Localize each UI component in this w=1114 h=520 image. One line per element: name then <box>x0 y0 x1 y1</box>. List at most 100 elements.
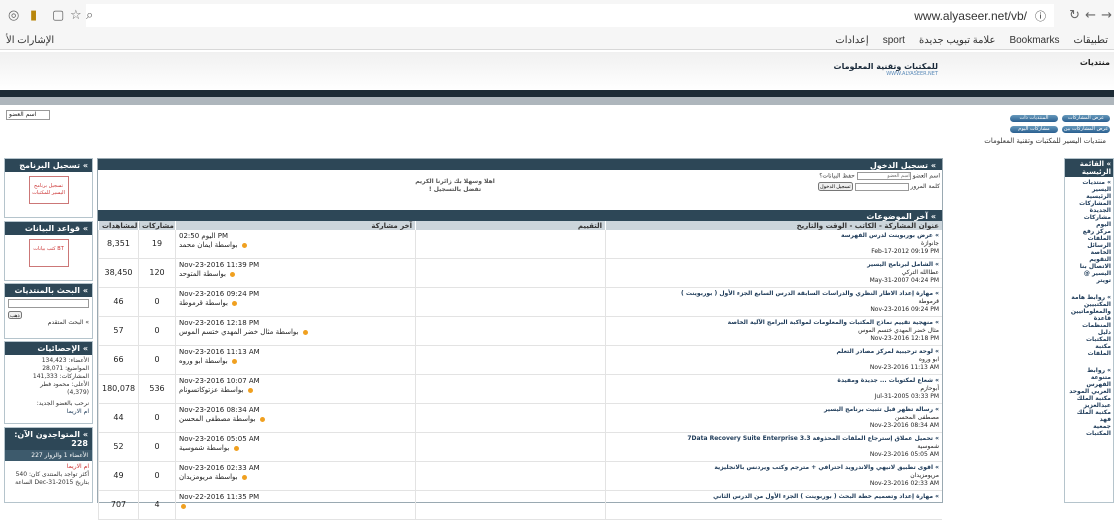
pill-forums[interactable]: المنتديات ذات المشاركات <box>1010 115 1058 122</box>
forward-icon[interactable]: → <box>1101 8 1112 23</box>
topic-title[interactable]: » عرض بوربوينت لدرس الفهرسة <box>609 232 939 240</box>
topic-title[interactable]: » شعاع لمكتوبات ... جديدة ومفيدة <box>609 377 939 385</box>
topic-title[interactable]: » منهجية تقييم نماذج المكتبات والمعلومات… <box>609 319 939 327</box>
link-item[interactable]: العربي الموحد <box>1067 388 1111 395</box>
go-to-post-icon[interactable] <box>230 271 236 277</box>
menu-item[interactable]: الرسائل <box>1067 242 1111 249</box>
top-login-input[interactable]: اسم العضو <box>6 110 50 120</box>
reload-icon[interactable]: ↻ <box>1069 8 1080 23</box>
topic-author[interactable]: جانوازة <box>609 240 939 248</box>
topic-author[interactable]: مريومزيدان <box>609 472 939 480</box>
table-row[interactable]: 44 0 Nov-23-2016 08:34 AM بواسطة مصطفى المح… <box>98 404 942 433</box>
link-item[interactable]: الفهرس <box>1067 381 1111 388</box>
stat-newest[interactable]: ام الاريما <box>8 408 89 416</box>
go-to-post-icon[interactable] <box>259 416 265 422</box>
link-item[interactable]: المكتبات <box>1067 430 1111 437</box>
bookmark-other[interactable]: الإشارات الأ <box>0 35 54 46</box>
link-item[interactable]: جمعية <box>1067 423 1111 430</box>
circle-icon[interactable]: ◎ <box>8 8 19 23</box>
topic-title[interactable]: » الشامل لبرنامج اليسير <box>609 261 939 269</box>
menu-item[interactable]: الرئيسية <box>1067 193 1111 200</box>
topic-author[interactable]: أبوحازم <box>609 385 939 393</box>
search-button[interactable]: ذهب <box>8 311 22 319</box>
pill-new-posts[interactable]: عرض المشاركات الجديدة <box>1062 115 1110 122</box>
link-item[interactable]: مكتبة <box>1067 343 1111 350</box>
bookmark-bookmarks[interactable]: Bookmarks <box>1009 35 1059 46</box>
remember-label[interactable]: حفظ البيانات؟ <box>819 173 855 180</box>
go-to-post-icon[interactable] <box>233 445 239 451</box>
pill-posts-between[interactable]: عرض المشاركات بين <box>1062 126 1110 133</box>
link-item[interactable]: قاعدة <box>1067 315 1111 322</box>
link-item[interactable]: والمعلوماتيين <box>1067 308 1111 315</box>
go-to-post-icon[interactable] <box>231 358 237 364</box>
site-logo[interactable]: للمكتبات وتقنية المعلومات WWW.ALYASEER.N… <box>834 62 938 77</box>
menu-item[interactable]: الخاصة <box>1067 249 1111 256</box>
table-row[interactable]: 57 0 Nov-23-2016 12:18 PM بواسطة مثال خضر ا… <box>98 317 942 346</box>
search-icon[interactable]: ⌕ <box>86 8 93 23</box>
register-link[interactable]: تفضل بالتسجيل ! <box>98 186 812 194</box>
menu-item[interactable]: » منتديات اليسير <box>1067 179 1111 193</box>
table-row[interactable]: 52 0 Nov-23-2016 05:05 AM بواسطة شموسية » ت… <box>98 433 942 462</box>
bookmark-newtab[interactable]: علامة تبويب جديدة <box>919 35 995 46</box>
last-post-author[interactable]: بواسطة شموسية <box>179 444 229 452</box>
topic-title[interactable]: » مهارة إعداد الاطار النظري والدراسات ال… <box>609 290 939 298</box>
link-item[interactable]: المكتبيين <box>1067 301 1111 308</box>
bookmark-apps[interactable]: تطبيقات <box>1073 35 1108 46</box>
table-row[interactable]: 707 4 Nov-22-2016 11:35 PM » مهارة إعداد و… <box>98 491 942 520</box>
breadcrumb[interactable]: منتديات اليسير للمكتبات وتقنية المعلومات <box>984 137 1106 145</box>
window-icon[interactable]: ▢ <box>52 8 64 23</box>
menu-item[interactable]: تويتر <box>1067 277 1111 284</box>
program-register-button[interactable]: تسجيل برنامج اليسير للمكتبات <box>28 176 69 204</box>
stat-top[interactable]: الأعلى: محمود فطر <box>8 381 89 389</box>
password-input[interactable] <box>854 182 909 191</box>
database-button[interactable]: كتب بيانات BT <box>28 239 69 267</box>
username-input[interactable] <box>856 172 911 180</box>
menu-item[interactable]: اليوم <box>1067 221 1111 228</box>
topic-title[interactable]: » رسالة تظهر قبل تثبيت برنامج اليسير <box>609 406 939 414</box>
topic-title[interactable]: » مهارة إعداد وتصميم خطة البحث ( بوربوين… <box>609 493 939 501</box>
link-item[interactable]: دليل <box>1067 329 1111 336</box>
table-row[interactable]: 46 0 Nov-23-2016 09:24 PM بواسطة قرموطة » م… <box>98 288 942 317</box>
menu-item[interactable]: المشاركات <box>1067 200 1111 207</box>
menu-item[interactable]: اليسير @ <box>1067 270 1111 277</box>
go-to-post-icon[interactable] <box>232 300 238 306</box>
table-row[interactable]: 49 0 Nov-23-2016 02:33 AM بواسطة مريومزيدان… <box>98 462 942 491</box>
topic-title[interactable]: » اقوى تطبيق لانيهي والاندرويد احترافي +… <box>609 464 939 472</box>
star-icon[interactable]: ☆ <box>70 8 82 23</box>
bookmark-icon[interactable]: ▮ <box>30 8 37 23</box>
menu-item[interactable]: الملفات <box>1067 235 1111 242</box>
menu-item[interactable]: الجديدة <box>1067 207 1111 214</box>
last-post-author[interactable]: بواسطة قرموطة <box>179 299 228 307</box>
go-to-post-icon[interactable] <box>181 503 186 509</box>
go-to-post-icon[interactable] <box>241 242 247 248</box>
login-button[interactable]: تسجيل الدخول <box>818 182 853 191</box>
link-item[interactable]: فهد <box>1067 416 1111 423</box>
topic-author[interactable]: مصطفى المحسن <box>609 414 939 422</box>
menu-item[interactable]: مشاركات <box>1067 214 1111 221</box>
link-item[interactable]: المنظمات <box>1067 322 1111 329</box>
go-to-post-icon[interactable] <box>302 329 308 335</box>
advanced-search-link[interactable]: » البحث المتقدم <box>8 319 89 327</box>
link-item[interactable]: عبدالعزيز <box>1067 402 1111 409</box>
last-post-author[interactable]: بواسطة المتوحد <box>179 270 226 278</box>
last-post-author[interactable]: بواسطة ابو وروه <box>179 357 228 365</box>
search-input[interactable] <box>8 299 89 308</box>
pill-today[interactable]: مشاركات اليوم <box>1010 126 1058 133</box>
go-to-post-icon[interactable] <box>247 387 253 393</box>
topic-author[interactable]: مثال خضر المهدي ختسم الموس <box>609 327 939 335</box>
table-row[interactable]: 8,351 19 اليوم 02:50 PM بواسطة ايمان محمد »… <box>98 230 942 259</box>
bookmark-settings[interactable]: إعدادات <box>835 35 868 46</box>
menu-item[interactable]: التقويم <box>1067 256 1111 263</box>
topic-author[interactable]: قرموطة <box>609 298 939 306</box>
address-bar[interactable]: www.alyaseer.net/vb/ ⓘ <box>86 4 1054 27</box>
last-post-author[interactable]: بواسطة عزتوكاتسونام <box>179 386 243 394</box>
table-row[interactable]: 38,450 120 Nov-23-2016 11:39 PM بواسطة المت… <box>98 259 942 288</box>
topic-author[interactable]: شموسية <box>609 443 939 451</box>
table-row[interactable]: 66 0 Nov-23-2016 11:13 AM بواسطة ابو وروه »… <box>98 346 942 375</box>
menu-item[interactable]: مركز رفع <box>1067 228 1111 235</box>
last-post-author[interactable]: بواسطة ايمان محمد <box>179 241 238 249</box>
topic-title[interactable]: » تحميل عملاق إسترجاع الملفات المحذوفة 7… <box>609 435 939 443</box>
topic-author[interactable]: عطاالله التركي <box>609 269 939 277</box>
menu-item[interactable]: الاتصال بنا <box>1067 263 1111 270</box>
link-item[interactable]: المكتبات <box>1067 336 1111 343</box>
